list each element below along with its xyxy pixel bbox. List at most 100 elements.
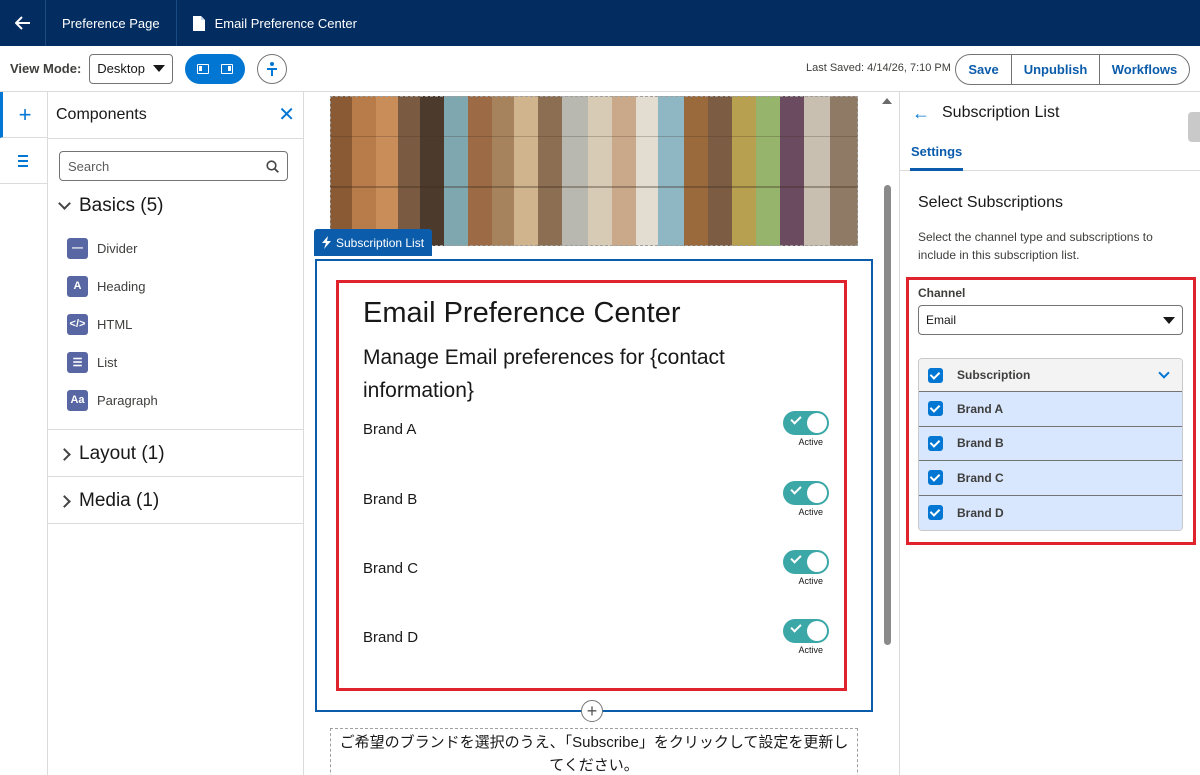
- page-canvas: Subscription List Email Preference Cente…: [304, 92, 900, 775]
- divider-icon: —: [67, 237, 88, 259]
- last-saved-text: Last Saved: 4/14/26, 7:10 PM: [806, 62, 951, 74]
- component-label: HTML: [97, 316, 133, 332]
- heading-icon: A: [67, 275, 88, 297]
- checkmark-icon: [790, 621, 802, 633]
- search-placeholder: Search: [68, 158, 110, 174]
- section-divider: [48, 523, 304, 524]
- badge-label: Subscription List: [336, 235, 425, 250]
- component-item-paragraph[interactable]: Aa Paragraph: [48, 381, 304, 419]
- outline-tab[interactable]: [0, 138, 47, 184]
- instruction-text-block[interactable]: ご希望のブランドを選択のうえ、「Subscribe」をクリックして設定を更新して…: [330, 728, 858, 775]
- back-arrow-icon[interactable]: ←: [912, 103, 930, 124]
- brand-toggle-switch[interactable]: [783, 411, 829, 435]
- components-title: Components: [56, 106, 147, 123]
- component-item-list[interactable]: ☰ List: [48, 343, 304, 381]
- accessibility-icon: [267, 61, 278, 76]
- unpublish-button[interactable]: Unpublish: [1012, 55, 1100, 84]
- subscription-checkbox[interactable]: [928, 470, 943, 486]
- subscription-row[interactable]: Brand D: [919, 495, 1182, 530]
- tab-settings[interactable]: Settings: [910, 134, 964, 171]
- right-panel-icon[interactable]: [221, 63, 234, 74]
- subscription-row[interactable]: Brand C: [919, 461, 1182, 496]
- app-header: Preference Page Email Preference Center: [0, 0, 1200, 46]
- view-mode-select[interactable]: Desktop: [89, 53, 174, 84]
- action-button-group: Save Unpublish Workflows: [955, 54, 1190, 85]
- accessibility-button[interactable]: [257, 53, 288, 84]
- editor-toolbar: View Mode: Desktop Last Saved: 4/14/26, …: [0, 46, 1200, 92]
- subscription-label: Brand A: [957, 401, 1004, 416]
- back-button[interactable]: [0, 0, 46, 46]
- document-icon: [192, 15, 205, 31]
- brand-toggle-switch[interactable]: [783, 550, 829, 574]
- brand-row: Brand B Active: [363, 481, 829, 521]
- media-header[interactable]: Media (1): [48, 490, 304, 512]
- left-panel-icon[interactable]: [197, 63, 210, 74]
- component-item-heading[interactable]: A Heading: [48, 267, 304, 305]
- component-label: Paragraph: [97, 392, 158, 408]
- properties-title: Subscription List: [942, 104, 1060, 121]
- paragraph-icon: Aa: [67, 389, 88, 411]
- brand-row: Brand A Active: [363, 411, 829, 451]
- basics-section: Basics (5) — Divider A Heading </> HTML ☰ List A…: [48, 195, 304, 419]
- view-mode-label: View Mode:: [10, 61, 82, 76]
- channel-select[interactable]: Email: [918, 305, 1183, 335]
- subscription-title: Email Preference Center: [363, 297, 681, 329]
- subscription-list-badge[interactable]: Subscription List: [314, 229, 433, 256]
- left-rail: +: [0, 92, 48, 775]
- add-block-button[interactable]: +: [581, 700, 603, 722]
- components-header: Components ✕: [48, 92, 303, 139]
- media-section: Media (1): [48, 490, 304, 512]
- subscription-description: Manage Email preferences for {contact in…: [363, 346, 725, 402]
- highlight-box: Email Preference Center Manage Email pre…: [336, 280, 847, 691]
- component-item-divider[interactable]: — Divider: [48, 229, 304, 267]
- subscription-header-row[interactable]: Subscription: [919, 359, 1182, 392]
- chevron-down-icon: [58, 196, 71, 210]
- components-panel: Components ✕ Search Basics (5) — Divider A…: [48, 92, 304, 775]
- save-button[interactable]: Save: [956, 55, 1012, 84]
- caret-down-icon: [1163, 316, 1175, 324]
- layout-section: Layout (1): [48, 443, 304, 465]
- add-components-tab[interactable]: +: [0, 92, 47, 138]
- close-icon[interactable]: ✕: [278, 105, 295, 125]
- workflows-button[interactable]: Workflows: [1100, 55, 1189, 84]
- subscription-list-block[interactable]: Email Preference Center Manage Email pre…: [315, 259, 873, 712]
- basics-list: — Divider A Heading </> HTML ☰ List Aa Paragraph: [48, 229, 304, 419]
- document-name: Email Preference Center: [214, 15, 357, 31]
- toggle-status-label: Active: [798, 437, 823, 447]
- subscription-label: Brand B: [957, 436, 1004, 451]
- basics-header[interactable]: Basics (5): [48, 195, 304, 217]
- image-block-outline: [330, 96, 858, 246]
- brand-row: Brand D Active: [363, 619, 829, 659]
- panel-collapse-handle[interactable]: [1188, 112, 1200, 142]
- brand-toggle-switch[interactable]: [783, 619, 829, 643]
- brand-name: Brand D: [363, 629, 419, 646]
- subscription-checkbox[interactable]: [928, 505, 943, 521]
- html-icon: </>: [67, 313, 88, 335]
- view-mode-value: Desktop: [97, 61, 145, 76]
- section-divider: [48, 429, 304, 430]
- properties-header: ← Subscription List: [900, 92, 1200, 134]
- subscription-checkbox[interactable]: [928, 435, 943, 451]
- brand-toggle-switch[interactable]: [783, 481, 829, 505]
- checkmark-icon: [790, 552, 802, 564]
- scrollbar-thumb[interactable]: [884, 185, 891, 645]
- subscription-checkbox[interactable]: [928, 401, 943, 417]
- chevron-right-icon: [58, 494, 71, 508]
- layout-header[interactable]: Layout (1): [48, 443, 304, 465]
- plus-icon: +: [586, 701, 598, 721]
- back-arrow-icon: [14, 16, 30, 30]
- toggle-status-label: Active: [798, 576, 823, 586]
- select-all-checkbox[interactable]: [928, 367, 943, 383]
- scroll-up-icon[interactable]: [882, 98, 892, 104]
- component-search-input[interactable]: Search: [59, 151, 288, 181]
- brand-name: Brand B: [363, 491, 418, 508]
- chevron-right-icon: [58, 447, 71, 461]
- panel-toggle-group[interactable]: [185, 53, 246, 84]
- toggle-knob: [807, 621, 827, 641]
- subscription-label: Brand D: [957, 505, 1004, 520]
- subscription-row[interactable]: Brand A: [919, 392, 1182, 427]
- component-item-html[interactable]: </> HTML: [48, 305, 304, 343]
- outline-list-icon: [17, 154, 28, 167]
- chevron-down-icon[interactable]: [1158, 367, 1170, 379]
- subscription-row[interactable]: Brand B: [919, 426, 1182, 461]
